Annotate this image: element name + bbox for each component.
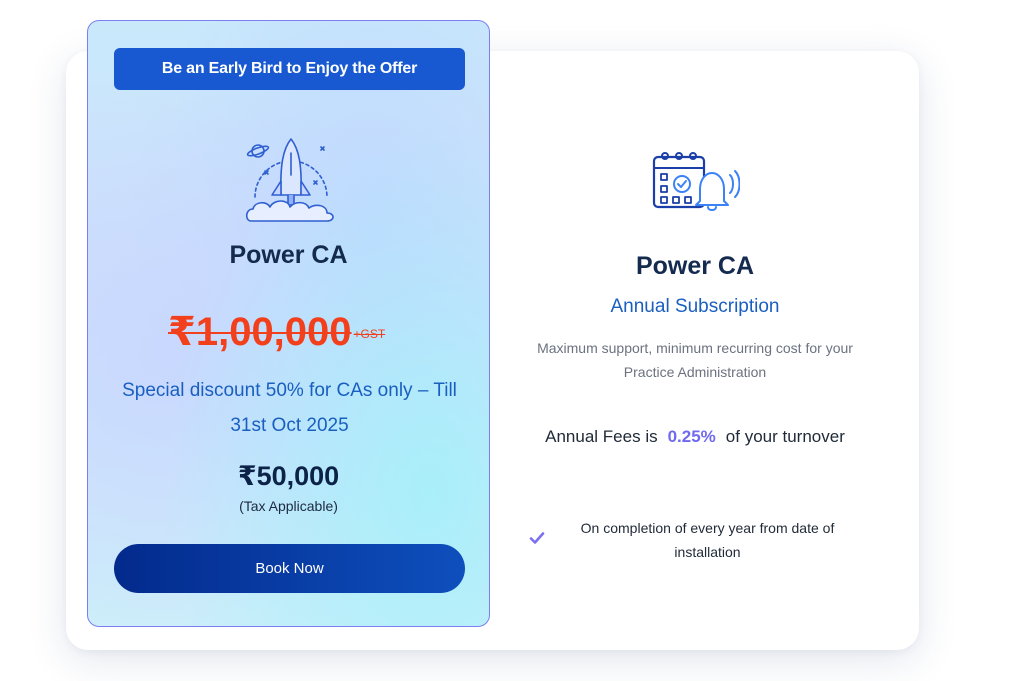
old-price-gst: +GST — [353, 327, 386, 342]
subscription-description: Maximum support, minimum recurring cost … — [537, 340, 853, 380]
check-icon — [529, 532, 545, 544]
completion-note: On completion of every year from date of… — [580, 520, 835, 560]
subscription-title: Power CA — [635, 252, 755, 280]
new-price: ₹50,000 — [237, 461, 340, 491]
annual-fees-suffix: of your turnover — [725, 427, 845, 446]
subscription-type: Annual Subscription — [610, 296, 780, 317]
early-bird-banner: Be an Early Bird to Enjoy the Offer — [114, 48, 465, 90]
calendar-bell-icon — [652, 152, 740, 211]
tax-note: (Tax Applicable) — [239, 498, 338, 514]
old-price-amount: ₹1,00,000 — [168, 310, 352, 354]
book-now-button[interactable]: Book Now — [114, 544, 465, 593]
early-bird-offer-card: Be an Early Bird to Enjoy the Offer Powe… — [87, 20, 490, 627]
rocket-icon — [245, 138, 334, 222]
annual-fees-prefix: Annual Fees is — [545, 427, 658, 446]
discount-text: Special discount 50% for CAs only – Till… — [122, 380, 457, 436]
annual-fees-value: 0.25% — [667, 427, 716, 446]
annual-fees: Annual Fees is 0.25% of your turnover — [545, 419, 845, 455]
old-price: ₹1,00,000 +GST — [168, 309, 385, 355]
offer-title: Power CA — [229, 241, 348, 269]
